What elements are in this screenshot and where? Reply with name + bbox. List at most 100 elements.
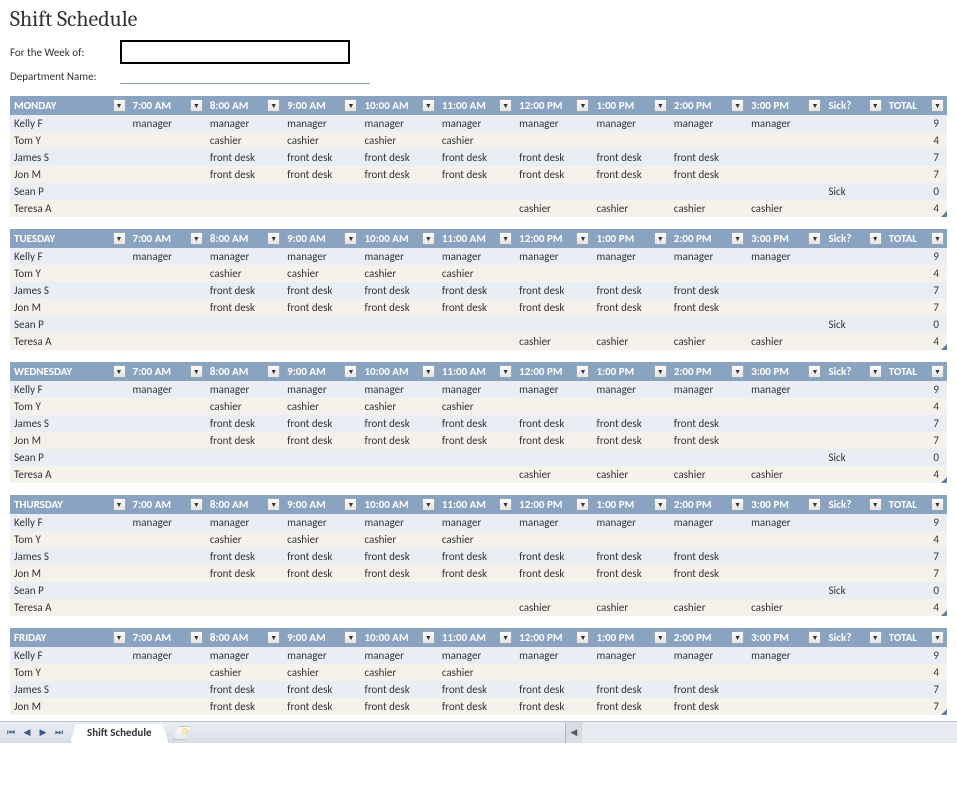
filter-dropdown-icon[interactable]: ▼	[808, 365, 821, 378]
shift-cell[interactable]	[206, 466, 283, 483]
shift-cell[interactable]: cashier	[438, 398, 515, 415]
header-hour[interactable]: 8:00 AM▼	[206, 628, 283, 647]
shift-cell[interactable]	[360, 183, 437, 200]
filter-dropdown-icon[interactable]: ▼	[654, 498, 667, 511]
shift-cell[interactable]	[438, 599, 515, 616]
table-resize-handle-icon[interactable]	[941, 477, 947, 483]
shift-cell[interactable]	[747, 415, 824, 432]
shift-cell[interactable]: front desk	[670, 432, 747, 449]
header-hour[interactable]: 1:00 PM▼	[592, 362, 669, 381]
header-hour[interactable]: 11:00 AM▼	[438, 96, 515, 115]
shift-cell[interactable]: front desk	[515, 149, 592, 166]
shift-cell[interactable]: front desk	[206, 282, 283, 299]
header-hour[interactable]: 11:00 AM▼	[438, 362, 515, 381]
header-hour[interactable]: 11:00 AM▼	[438, 495, 515, 514]
shift-cell[interactable]: front desk	[592, 565, 669, 582]
shift-cell[interactable]	[747, 149, 824, 166]
shift-cell[interactable]: front desk	[438, 565, 515, 582]
shift-cell[interactable]: cashier	[515, 200, 592, 217]
shift-cell[interactable]: cashier	[360, 664, 437, 681]
shift-cell[interactable]: front desk	[592, 299, 669, 316]
sick-cell[interactable]	[824, 200, 884, 217]
header-hour[interactable]: 12:00 PM▼	[515, 229, 592, 248]
sick-cell[interactable]	[824, 698, 884, 715]
shift-cell[interactable]	[129, 183, 206, 200]
employee-name-cell[interactable]: James S	[10, 415, 129, 432]
filter-dropdown-icon[interactable]: ▼	[190, 498, 203, 511]
shift-cell[interactable]	[206, 449, 283, 466]
shift-cell[interactable]: manager	[747, 514, 824, 531]
employee-name-cell[interactable]: Jon M	[10, 166, 129, 183]
header-hour[interactable]: 3:00 PM▼	[747, 96, 824, 115]
shift-cell[interactable]: front desk	[438, 548, 515, 565]
shift-cell[interactable]	[129, 432, 206, 449]
shift-cell[interactable]: front desk	[438, 681, 515, 698]
shift-cell[interactable]: front desk	[283, 681, 360, 698]
shift-cell[interactable]: manager	[360, 381, 437, 398]
shift-cell[interactable]: front desk	[515, 681, 592, 698]
filter-dropdown-icon[interactable]: ▼	[113, 498, 126, 511]
sick-cell[interactable]	[824, 599, 884, 616]
table-resize-handle-icon[interactable]	[941, 211, 947, 217]
filter-dropdown-icon[interactable]: ▼	[731, 99, 744, 112]
shift-cell[interactable]	[592, 531, 669, 548]
shift-cell[interactable]: front desk	[515, 565, 592, 582]
shift-cell[interactable]: cashier	[206, 265, 283, 282]
shift-cell[interactable]: manager	[592, 647, 669, 664]
shift-cell[interactable]	[747, 132, 824, 149]
header-hour[interactable]: 2:00 PM▼	[670, 495, 747, 514]
shift-cell[interactable]	[129, 698, 206, 715]
filter-dropdown-icon[interactable]: ▼	[576, 232, 589, 245]
shift-cell[interactable]: cashier	[747, 333, 824, 350]
shift-cell[interactable]	[129, 415, 206, 432]
employee-name-cell[interactable]: Teresa A	[10, 466, 129, 483]
shift-cell[interactable]	[592, 664, 669, 681]
filter-dropdown-icon[interactable]: ▼	[190, 631, 203, 644]
shift-cell[interactable]: manager	[670, 381, 747, 398]
shift-cell[interactable]	[515, 531, 592, 548]
shift-cell[interactable]: front desk	[670, 548, 747, 565]
filter-dropdown-icon[interactable]: ▼	[267, 99, 280, 112]
header-hour[interactable]: 12:00 PM▼	[515, 628, 592, 647]
filter-dropdown-icon[interactable]: ▼	[576, 365, 589, 378]
header-hour[interactable]: 9:00 AM▼	[283, 495, 360, 514]
sick-cell[interactable]	[824, 548, 884, 565]
filter-dropdown-icon[interactable]: ▼	[731, 631, 744, 644]
shift-cell[interactable]: cashier	[438, 531, 515, 548]
sick-cell[interactable]	[824, 132, 884, 149]
header-total[interactable]: TOTAL▼	[885, 362, 947, 381]
shift-cell[interactable]: front desk	[670, 282, 747, 299]
employee-name-cell[interactable]: Sean P	[10, 582, 129, 599]
header-hour[interactable]: 3:00 PM▼	[747, 628, 824, 647]
filter-dropdown-icon[interactable]: ▼	[499, 498, 512, 511]
shift-cell[interactable]: cashier	[283, 664, 360, 681]
shift-cell[interactable]: front desk	[438, 415, 515, 432]
filter-dropdown-icon[interactable]: ▼	[499, 631, 512, 644]
new-sheet-icon[interactable]	[173, 726, 191, 740]
sick-cell[interactable]	[824, 166, 884, 183]
shift-cell[interactable]: manager	[438, 647, 515, 664]
shift-cell[interactable]	[283, 449, 360, 466]
shift-cell[interactable]	[283, 466, 360, 483]
shift-cell[interactable]	[129, 664, 206, 681]
shift-cell[interactable]: front desk	[283, 282, 360, 299]
shift-cell[interactable]	[747, 265, 824, 282]
shift-cell[interactable]	[129, 200, 206, 217]
filter-dropdown-icon[interactable]: ▼	[422, 365, 435, 378]
sick-cell[interactable]	[824, 398, 884, 415]
shift-cell[interactable]: cashier	[360, 531, 437, 548]
sheet-tab-active[interactable]: Shift Schedule	[70, 724, 169, 743]
shift-cell[interactable]	[438, 582, 515, 599]
header-hour[interactable]: 12:00 PM▼	[515, 96, 592, 115]
filter-dropdown-icon[interactable]: ▼	[344, 631, 357, 644]
filter-dropdown-icon[interactable]: ▼	[869, 232, 882, 245]
shift-cell[interactable]: front desk	[670, 149, 747, 166]
shift-cell[interactable]: front desk	[283, 299, 360, 316]
shift-cell[interactable]: manager	[129, 514, 206, 531]
employee-name-cell[interactable]: Sean P	[10, 449, 129, 466]
employee-name-cell[interactable]: Jon M	[10, 565, 129, 582]
shift-cell[interactable]: front desk	[206, 698, 283, 715]
shift-cell[interactable]: manager	[670, 514, 747, 531]
filter-dropdown-icon[interactable]: ▼	[869, 631, 882, 644]
shift-cell[interactable]: front desk	[592, 166, 669, 183]
